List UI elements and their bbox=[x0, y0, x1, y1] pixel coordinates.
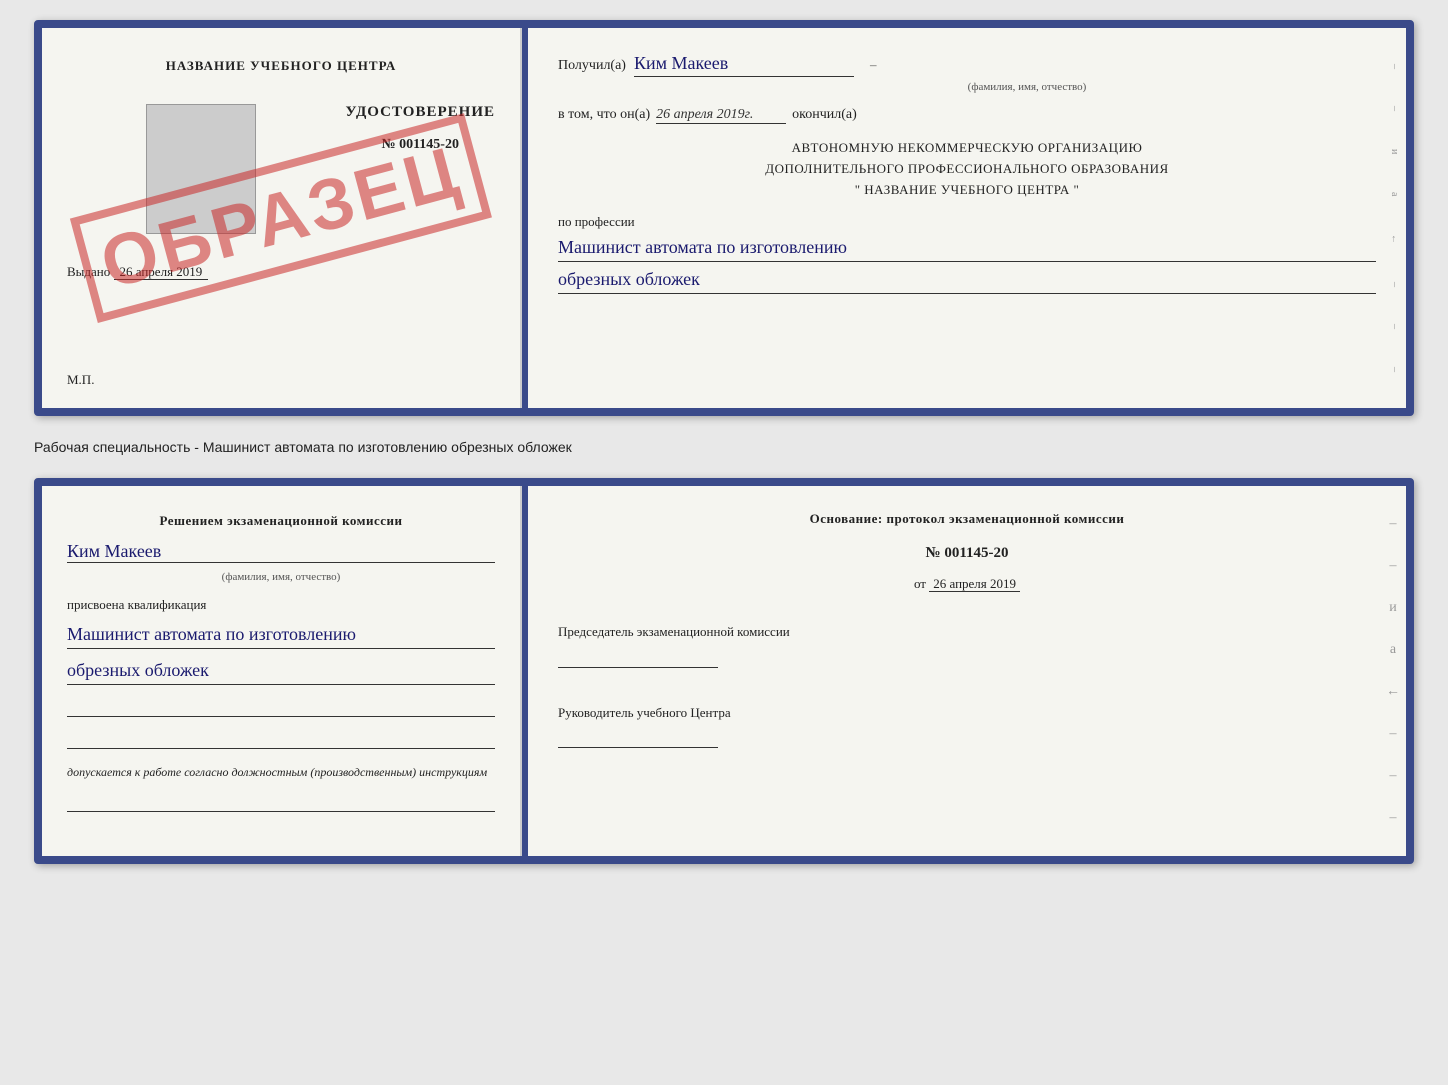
profession-value-line1: Машинист автомата по изготовлению bbox=[558, 234, 1376, 262]
mark-5: – bbox=[1389, 367, 1400, 372]
protocol-date-value: 26 апреля 2019 bbox=[929, 576, 1020, 592]
chair-signature-block: Председатель экзаменационной комиссии bbox=[558, 622, 1376, 673]
qualification-value-2: обрезных обложек bbox=[67, 657, 495, 685]
chair-sig-line bbox=[558, 646, 718, 668]
mark-4: – bbox=[1389, 324, 1400, 329]
chair-title: Председатель экзаменационной комиссии bbox=[558, 622, 1376, 642]
admission-text: допускается к работе согласно должностны… bbox=[67, 765, 495, 780]
qualification-label: присвоена квалификация bbox=[67, 597, 495, 613]
right-side-marks: – – и а ← – – – bbox=[1389, 28, 1400, 408]
issued-date: 26 апреля 2019 bbox=[114, 264, 209, 280]
mark-arrow: ← bbox=[1389, 234, 1400, 244]
mark2-2: – bbox=[1390, 558, 1397, 574]
qualification-value-1: Машинист автомата по изготовлению bbox=[67, 621, 495, 649]
head-title: Руководитель учебного Центра bbox=[558, 703, 1376, 723]
recipient-label: Получил(а) bbox=[558, 58, 626, 74]
doc2-right-panel: Основание: протокол экзаменационной коми… bbox=[528, 486, 1406, 856]
recipient-line: Получил(а) Ким Макеев – bbox=[558, 53, 1376, 77]
document-1: НАЗВАНИЕ УЧЕБНОГО ЦЕНТРА УДОСТОВЕРЕНИЕ №… bbox=[34, 20, 1414, 416]
exam-person-name: Ким Макеев bbox=[67, 541, 495, 563]
protocol-date-prefix: от bbox=[914, 576, 926, 591]
exam-decision: Решением экзаменационной комиссии bbox=[67, 511, 495, 531]
profession-value-line2: обрезных обложек bbox=[558, 266, 1376, 294]
fio-sublabel: (фамилия, имя, отчество) bbox=[678, 81, 1376, 93]
doc2-fio-sub: (фамилия, имя, отчество) bbox=[67, 571, 495, 583]
blank-line-2 bbox=[67, 729, 495, 749]
cert-number: № 001145-20 bbox=[346, 137, 496, 153]
org-line2: ДОПОЛНИТЕЛЬНОГО ПРОФЕССИОНАЛЬНОГО ОБРАЗО… bbox=[558, 159, 1376, 180]
completion-suffix: окончил(а) bbox=[792, 107, 857, 123]
completion-prefix: в том, что он(а) bbox=[558, 107, 650, 123]
mark-2: – bbox=[1389, 106, 1400, 111]
head-signature-block: Руководитель учебного Центра bbox=[558, 703, 1376, 754]
document-2: Решением экзаменационной комиссии Ким Ма… bbox=[34, 478, 1414, 864]
issued-label: Выдано bbox=[67, 264, 110, 279]
mark2-1: – bbox=[1390, 516, 1397, 532]
completion-line: в том, что он(а) 26 апреля 2019г. окончи… bbox=[558, 107, 1376, 124]
doc1-school-name: НАЗВАНИЕ УЧЕБНОГО ЦЕНТРА bbox=[166, 58, 397, 74]
right-side-marks2: – – и а ← – – – bbox=[1386, 486, 1400, 856]
mark-3: – bbox=[1389, 282, 1400, 287]
doc1-right-panel: Получил(а) Ким Макеев – (фамилия, имя, о… bbox=[528, 28, 1406, 408]
completion-date: 26 апреля 2019г. bbox=[656, 107, 786, 124]
org-line3: " НАЗВАНИЕ УЧЕБНОГО ЦЕНТРА " bbox=[558, 180, 1376, 201]
mark2-4: – bbox=[1390, 768, 1397, 784]
blank-line-1 bbox=[67, 697, 495, 717]
mark2-а: а bbox=[1390, 642, 1396, 658]
mark2-3: – bbox=[1390, 726, 1397, 742]
doc1-left-panel: НАЗВАНИЕ УЧЕБНОГО ЦЕНТРА УДОСТОВЕРЕНИЕ №… bbox=[42, 28, 522, 408]
protocol-date: от 26 апреля 2019 bbox=[558, 576, 1376, 592]
mp-label: М.П. bbox=[67, 372, 94, 388]
photo-placeholder bbox=[146, 104, 256, 234]
head-sig-line bbox=[558, 726, 718, 748]
mark2-и: и bbox=[1389, 600, 1397, 616]
recipient-name: Ким Макеев bbox=[634, 53, 854, 77]
mark2-arrow: ← bbox=[1386, 684, 1400, 700]
mark-а: а bbox=[1389, 192, 1400, 196]
mark-и: и bbox=[1389, 149, 1400, 154]
blank-line-3 bbox=[67, 792, 495, 812]
cert-title: УДОСТОВЕРЕНИЕ bbox=[346, 104, 496, 121]
profession-label: по профессии bbox=[558, 214, 1376, 230]
separator-text: Рабочая специальность - Машинист автомат… bbox=[34, 434, 1414, 460]
issued-line: Выдано 26 апреля 2019 bbox=[67, 264, 208, 280]
org-line1: АВТОНОМНУЮ НЕКОММЕРЧЕСКУЮ ОРГАНИЗАЦИЮ bbox=[558, 138, 1376, 159]
protocol-number: № 001145-20 bbox=[558, 545, 1376, 562]
basis-label: Основание: протокол экзаменационной коми… bbox=[558, 511, 1376, 527]
profession-section: по профессии Машинист автомата по изгото… bbox=[558, 214, 1376, 294]
doc2-left-panel: Решением экзаменационной комиссии Ким Ма… bbox=[42, 486, 522, 856]
org-block: АВТОНОМНУЮ НЕКОММЕРЧЕСКУЮ ОРГАНИЗАЦИЮ ДО… bbox=[558, 138, 1376, 200]
mark-1: – bbox=[1389, 64, 1400, 69]
mark2-5: – bbox=[1390, 810, 1397, 826]
